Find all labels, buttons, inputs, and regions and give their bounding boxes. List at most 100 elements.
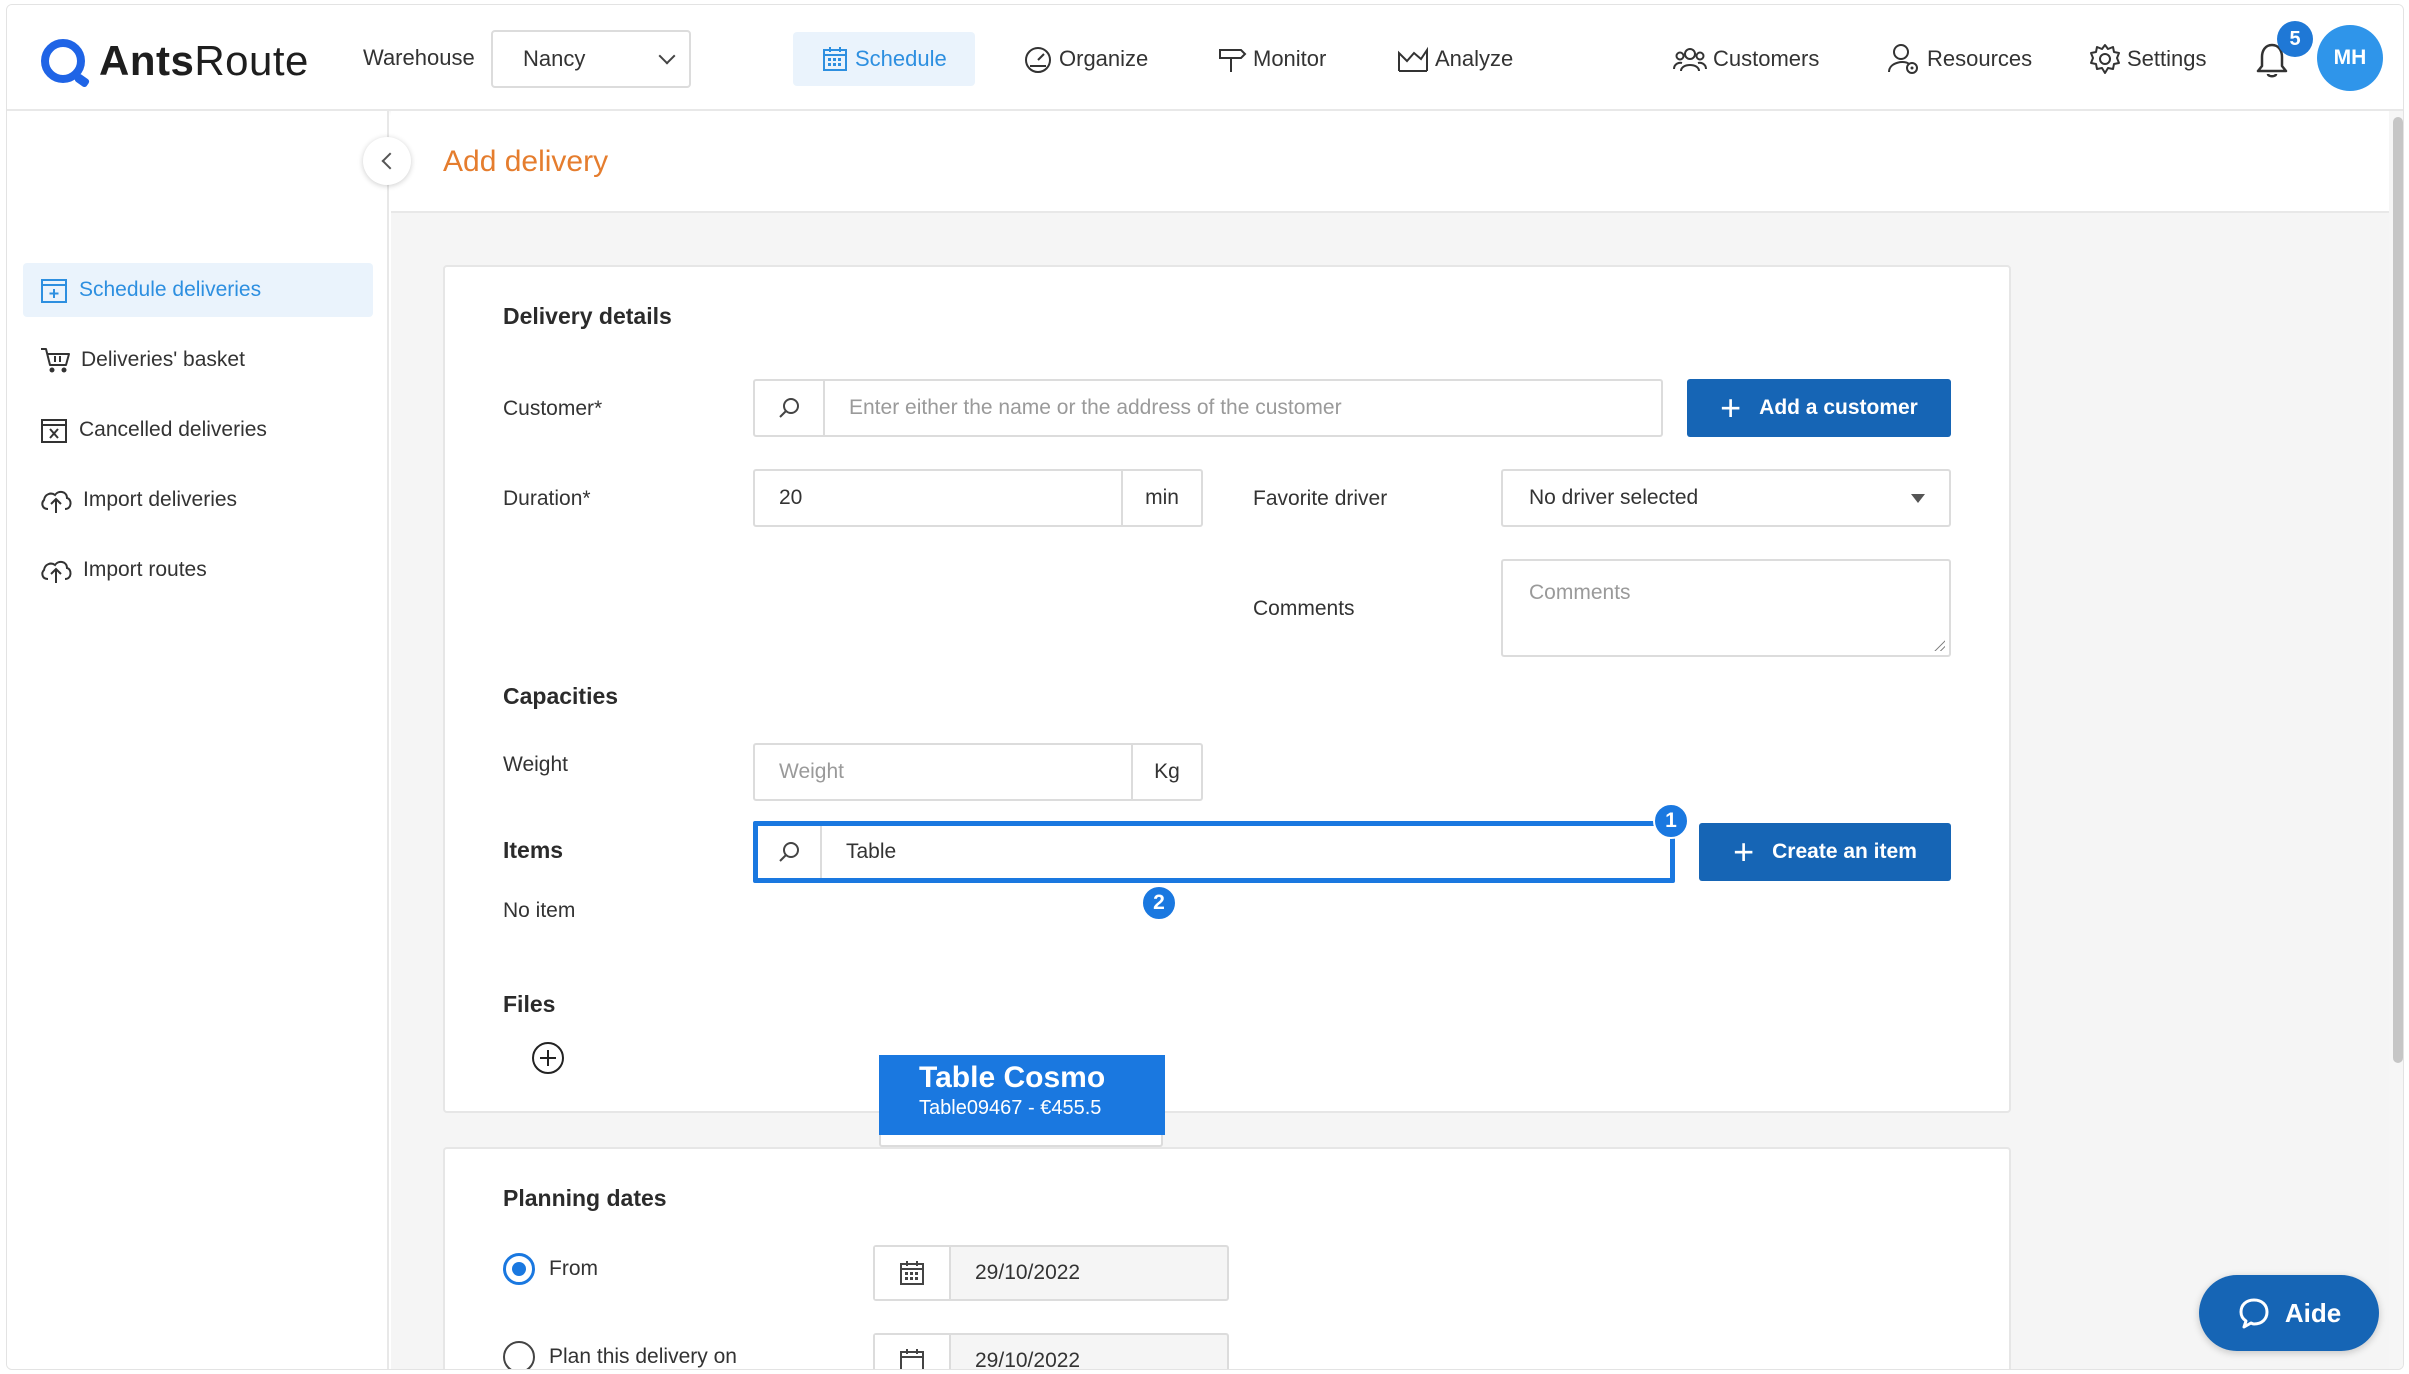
from-label: From xyxy=(549,1257,598,1280)
create-item-button[interactable]: + Create an item xyxy=(1699,823,1951,881)
comments-textarea[interactable]: Comments xyxy=(1501,559,1951,657)
plan-on-radio[interactable] xyxy=(503,1341,535,1369)
app-window: AntsRoute Warehouse Nancy Schedule Organ… xyxy=(6,4,2404,1370)
warehouse-select[interactable]: Nancy xyxy=(491,30,691,88)
nav-monitor[interactable]: Monitor xyxy=(1207,32,1336,86)
sidebar-item-deliveries-basket[interactable]: Deliveries' basket xyxy=(23,333,373,387)
item-suggestion-option[interactable]: Table Cosmo Table09467 - €455.5 xyxy=(879,1055,1165,1135)
calendar-icon xyxy=(875,1335,951,1369)
search-icon xyxy=(758,826,822,878)
sidebar-item-label: Import routes xyxy=(83,558,207,581)
add-customer-label: Add a customer xyxy=(1759,396,1918,419)
planning-dates-card: Planning dates From 29/10/2022 Plan this… xyxy=(443,1147,2011,1370)
sidebar-item-label: Import deliveries xyxy=(83,488,238,511)
customer-search-placeholder: Enter either the name or the address of … xyxy=(849,396,1342,419)
gauge-icon xyxy=(1025,47,1051,73)
logo-mark-icon xyxy=(41,39,85,83)
plan-on-date-value: 29/10/2022 xyxy=(975,1349,1081,1370)
top-navigation-bar: AntsRoute Warehouse Nancy Schedule Organ… xyxy=(7,5,2403,111)
nav-settings[interactable]: Settings xyxy=(2079,32,2217,86)
help-chat-button[interactable]: Aide xyxy=(2199,1275,2379,1351)
items-search-field[interactable]: Table xyxy=(753,821,1675,883)
step-1-badge: 1 xyxy=(1653,803,1689,839)
calendar-x-icon xyxy=(41,419,67,443)
resize-grip-icon[interactable] xyxy=(1933,639,1945,651)
from-date-value: 29/10/2022 xyxy=(975,1261,1081,1284)
nav-customers[interactable]: Customers xyxy=(1663,32,1829,86)
signpost-icon xyxy=(1219,49,1247,72)
capacities-title: Capacities xyxy=(503,683,619,709)
nav-analyze[interactable]: Analyze xyxy=(1387,32,1523,86)
main-content: Add delivery Delivery details Customer* … xyxy=(391,111,2389,1370)
sidebar-item-cancelled-deliveries[interactable]: Cancelled deliveries xyxy=(23,403,373,457)
warehouse-label: Warehouse xyxy=(363,45,475,70)
user-avatar[interactable]: MH xyxy=(2317,25,2383,91)
nav-resources[interactable]: Resources xyxy=(1877,32,2042,86)
sidebar-item-label: Cancelled deliveries xyxy=(79,418,267,441)
planning-dates-title: Planning dates xyxy=(503,1185,667,1211)
sidebar-item-label: Deliveries' basket xyxy=(81,348,245,371)
gear-icon xyxy=(2090,44,2120,74)
favorite-driver-value: No driver selected xyxy=(1529,486,1699,509)
calendar-icon xyxy=(823,47,847,71)
items-search-value[interactable]: Table xyxy=(822,826,1670,878)
weight-unit: Kg xyxy=(1131,745,1201,799)
cloud-upload-icon xyxy=(41,490,72,513)
plan-on-label: Plan this delivery on xyxy=(549,1345,737,1368)
collapse-sidebar-button[interactable] xyxy=(363,137,411,185)
nav-settings-label: Settings xyxy=(2127,46,2207,71)
plus-circle-icon xyxy=(532,1042,564,1074)
sidebar-item-import-routes[interactable]: Import routes xyxy=(23,543,373,597)
nav-resources-label: Resources xyxy=(1927,46,2033,71)
delivery-details-title: Delivery details xyxy=(503,303,672,329)
from-radio[interactable] xyxy=(503,1253,535,1285)
no-item-text: No item xyxy=(503,899,576,922)
customer-search-field[interactable]: Enter either the name or the address of … xyxy=(753,379,1663,437)
page-title: Add delivery xyxy=(443,145,609,178)
items-title: Items xyxy=(503,837,564,863)
customer-label: Customer* xyxy=(503,397,603,420)
item-suggestion-detail: Table09467 - €455.5 xyxy=(919,1097,1102,1119)
notifications-count-badge[interactable]: 5 xyxy=(2277,21,2313,57)
plan-on-date-field[interactable]: 29/10/2022 xyxy=(873,1333,1229,1370)
page-header: Add delivery xyxy=(391,111,2389,213)
sidebar-item-schedule-deliveries[interactable]: Schedule deliveries xyxy=(23,263,373,317)
people-icon xyxy=(1673,48,1707,72)
nav-schedule-label: Schedule xyxy=(855,46,947,71)
nav-monitor-label: Monitor xyxy=(1253,46,1327,71)
duration-field[interactable]: 20 min xyxy=(753,469,1203,527)
add-customer-button[interactable]: + Add a customer xyxy=(1687,379,1951,437)
antsroute-logo[interactable]: AntsRoute xyxy=(41,31,309,91)
weight-field[interactable]: Weight Kg xyxy=(753,743,1203,801)
nav-organize[interactable]: Organize xyxy=(1013,32,1158,86)
logo-text-rest: Route xyxy=(194,37,309,84)
add-file-button[interactable] xyxy=(531,1041,565,1080)
calendar-plus-icon xyxy=(41,279,67,303)
favorite-driver-select[interactable]: No driver selected xyxy=(1501,469,1951,527)
basket-icon xyxy=(41,348,70,373)
weight-label: Weight xyxy=(503,753,568,776)
plus-icon: + xyxy=(1733,831,1755,872)
chart-icon xyxy=(1398,46,1428,72)
sidebar-item-import-deliveries[interactable]: Import deliveries xyxy=(23,473,373,527)
step-2-badge: 2 xyxy=(1141,885,1177,921)
comments-label: Comments xyxy=(1253,597,1355,620)
sidebar-item-label: Schedule deliveries xyxy=(79,278,262,301)
plus-icon: + xyxy=(1720,387,1742,428)
nav-organize-label: Organize xyxy=(1059,46,1149,71)
nav-schedule[interactable]: Schedule xyxy=(793,32,975,86)
chat-bubble-icon xyxy=(2239,1298,2269,1329)
duration-value[interactable]: 20 xyxy=(755,471,1121,525)
items-suggestion-dropdown: Table Cosmo Table09467 - €455.5 xyxy=(879,1055,1165,1147)
chevron-down-icon xyxy=(658,47,676,65)
weight-placeholder[interactable]: Weight xyxy=(755,745,1131,799)
logo-text-bold: Ants xyxy=(99,37,195,84)
from-date-field[interactable]: 29/10/2022 xyxy=(873,1245,1229,1301)
scrollbar-thumb[interactable] xyxy=(2393,117,2403,1063)
user-gear-icon xyxy=(1888,44,1918,74)
item-suggestion-name: Table Cosmo xyxy=(919,1061,1106,1094)
create-item-label: Create an item xyxy=(1772,840,1917,863)
favorite-driver-label: Favorite driver xyxy=(1253,487,1388,510)
nav-customers-label: Customers xyxy=(1713,46,1820,71)
caret-down-icon xyxy=(1911,493,1925,503)
